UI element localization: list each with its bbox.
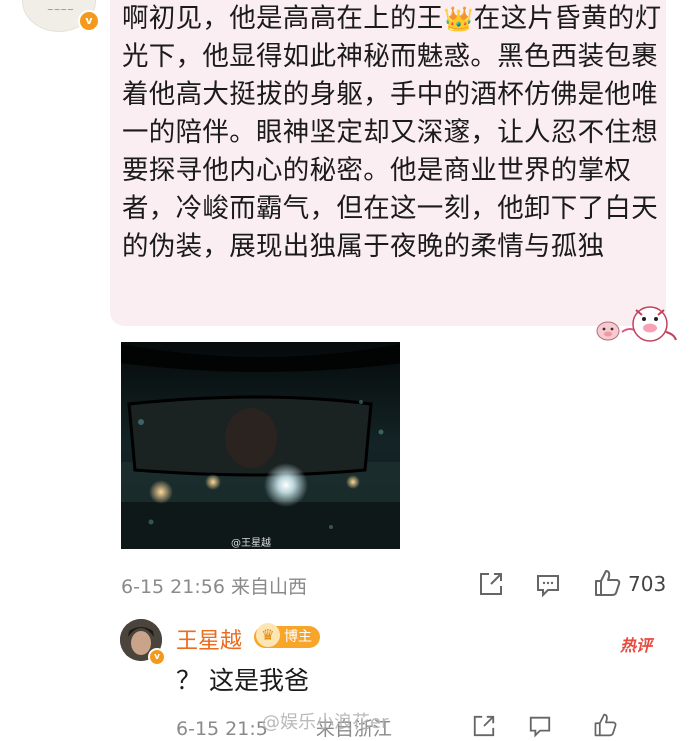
- reply-thumbs-up-icon[interactable]: [592, 712, 618, 738]
- thumbs-up-icon[interactable]: [592, 568, 622, 598]
- avatar-art: ~~~~: [47, 5, 74, 14]
- post-text-part1: 啊初见，他是高高在上的王: [122, 3, 444, 34]
- reply-verified-icon: v: [148, 648, 166, 666]
- crown-emoji-icon: 👑: [443, 5, 474, 33]
- share-icon[interactable]: [478, 571, 504, 597]
- comment-icon[interactable]: [535, 572, 561, 598]
- cartoon-pig-sticker-icon: [596, 306, 677, 342]
- blogger-badge: ♛ 博主: [254, 623, 320, 648]
- reply-comment-icon[interactable]: [528, 714, 552, 738]
- blogger-badge-label: 博主: [284, 629, 312, 645]
- image-watermark: @王星越: [231, 538, 271, 549]
- hot-comment-tag: 热评: [620, 636, 653, 655]
- like-count: 703: [628, 572, 667, 596]
- reply-text: ？ 这是我爸: [176, 666, 309, 695]
- post-text-part2: 在这片昏黄的灯光下，他显得如此神秘而魅惑。黑色西装包裹着他高大挺拔的身躯，手中的…: [122, 3, 662, 262]
- reply-author-name[interactable]: 王星越: [176, 623, 242, 655]
- post-image[interactable]: @王星越: [121, 342, 400, 549]
- reply-meta-date: 6-15 21:5: [176, 718, 268, 740]
- car-interior-night-photo: [121, 342, 400, 549]
- reply-share-icon[interactable]: [472, 714, 496, 738]
- weibo-watermark: @娱乐小浪花er: [262, 712, 389, 733]
- post-meta: 6-15 21:56 来自山西: [121, 576, 307, 598]
- post-text: 啊初见，他是高高在上的王👑在这片昏黄的灯光下，他显得如此神秘而魅惑。黑色西装包裹…: [122, 0, 662, 266]
- verified-v-icon: v: [78, 10, 100, 32]
- badge-crown-icon: ♛: [256, 623, 280, 647]
